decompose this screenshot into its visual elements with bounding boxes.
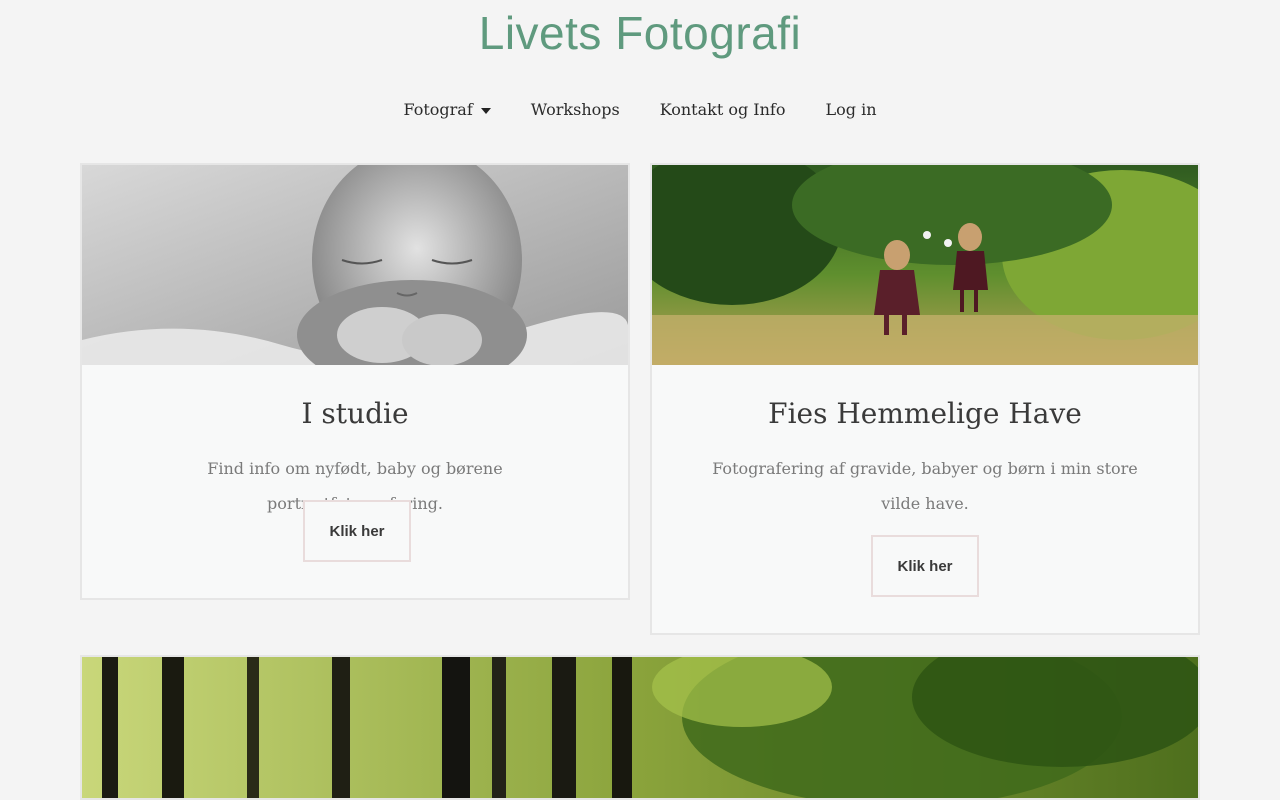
site-logo[interactable]: Livets Fotografi	[0, 6, 1280, 60]
nav-item-label: Fotograf	[403, 100, 473, 119]
nav-item-workshops[interactable]: Workshops	[531, 100, 620, 119]
card-studio: I studie Find info om nyfødt, baby og bø…	[80, 163, 630, 600]
card-title: Fies Hemmelige Have	[768, 397, 1082, 430]
nav-item-label: Log in	[825, 100, 877, 119]
garden-photo	[652, 165, 1198, 365]
klik-her-button[interactable]: Klik her	[871, 535, 979, 597]
nav-item-login[interactable]: Log in	[825, 100, 876, 119]
chevron-down-icon	[480, 107, 491, 114]
nav-item-fotograf[interactable]: Fotograf	[403, 100, 491, 119]
klik-her-button[interactable]: Klik her	[303, 500, 411, 562]
card-description: Fotografering af gravide, babyer og børn…	[712, 459, 1138, 513]
card-title: I studie	[301, 397, 409, 430]
nav-item-label: Workshops	[530, 100, 620, 119]
forest-photo	[80, 655, 1200, 800]
nav-item-kontakt[interactable]: Kontakt og Info	[660, 100, 786, 119]
newborn-photo	[82, 165, 628, 365]
card-garden: Fies Hemmelige Have Fotografering af gra…	[650, 163, 1200, 635]
main-nav: Fotograf Workshops Kontakt og Info Log i…	[0, 100, 1280, 119]
nav-item-label: Kontakt og Info	[659, 100, 786, 119]
